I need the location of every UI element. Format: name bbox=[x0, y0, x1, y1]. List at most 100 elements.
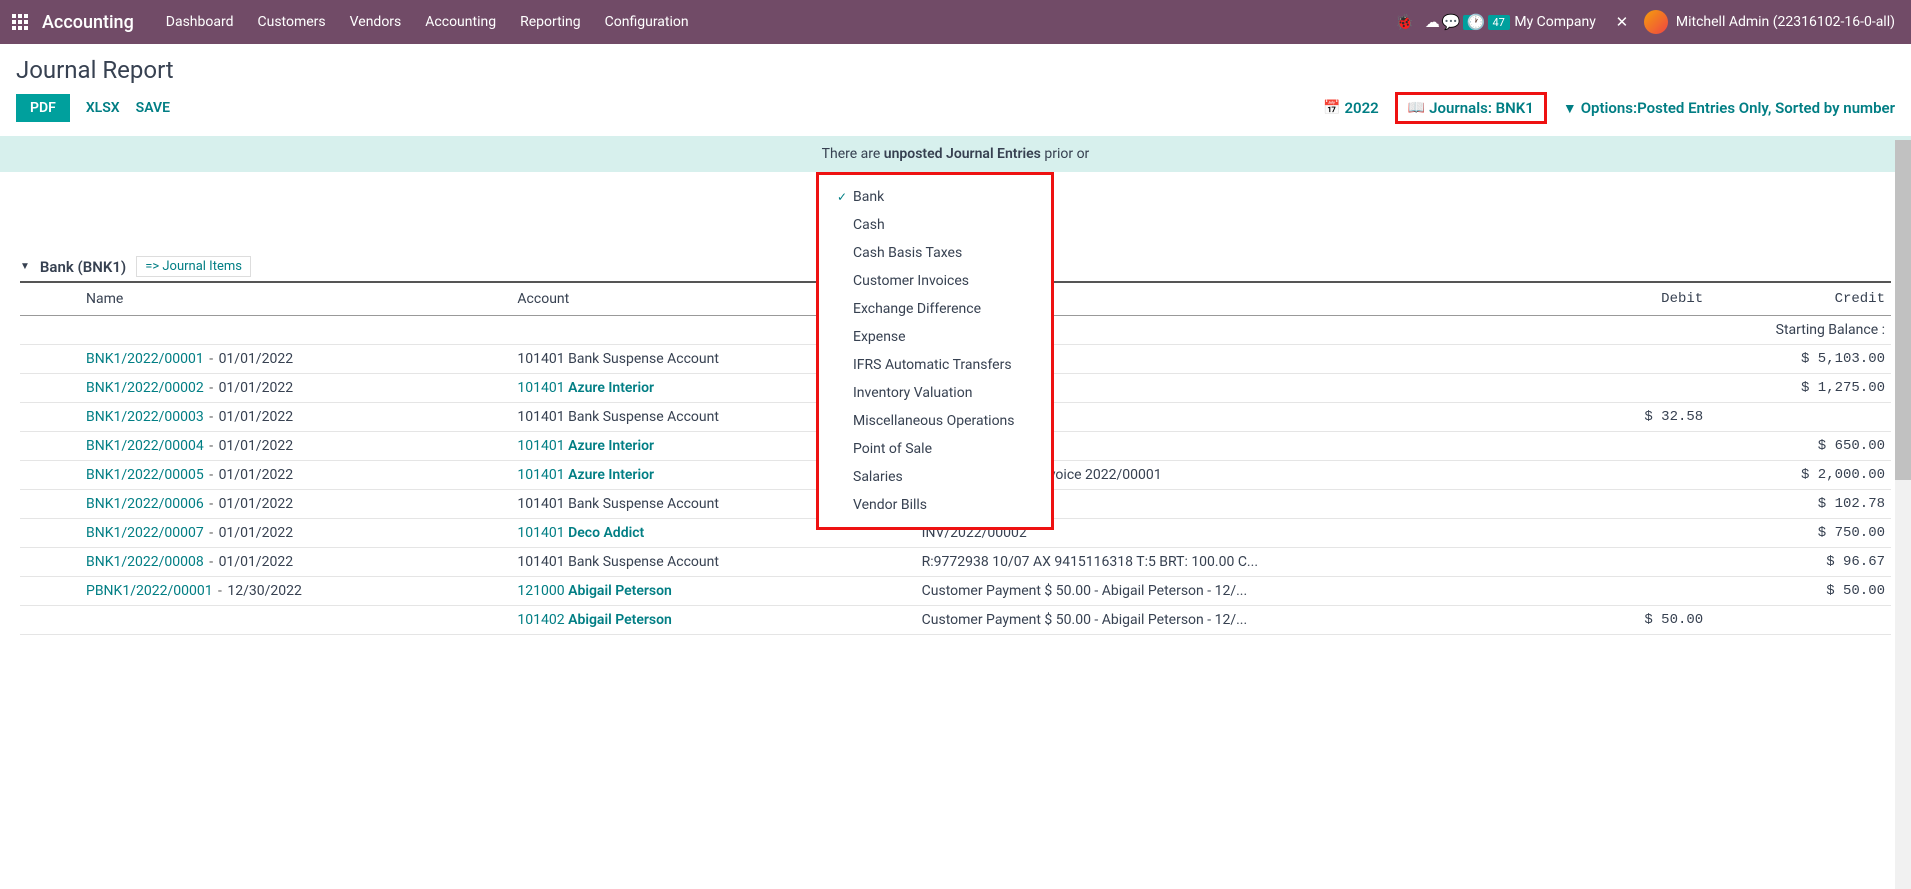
nav-customers[interactable]: Customers bbox=[246, 14, 338, 30]
dropdown-item[interactable]: IFRS Automatic Transfers bbox=[819, 351, 1051, 379]
year-label: 2022 bbox=[1344, 99, 1378, 117]
journals-filter[interactable]: 📖 Journals: BNK1 bbox=[1395, 92, 1547, 124]
toolbar: PDF XLSX SAVE 📅 2022 📖 Journals: BNK1 ▼ … bbox=[0, 92, 1911, 136]
entry-link[interactable]: BNK1/2022/00005 bbox=[86, 467, 204, 483]
bug-icon[interactable]: 🐞 bbox=[1390, 13, 1418, 31]
dropdown-item[interactable]: Customer Invoices bbox=[819, 267, 1051, 295]
row-label: Customer Payment $ 50.00 - Abigail Peter… bbox=[916, 606, 1575, 635]
options-label: Options:Posted Entries Only, Sorted by n… bbox=[1581, 99, 1895, 117]
entry-link[interactable]: BNK1/2022/00007 bbox=[86, 525, 204, 541]
apps-icon[interactable] bbox=[8, 10, 32, 34]
save-button[interactable]: SAVE bbox=[136, 100, 170, 116]
row-credit: $ 650.00 bbox=[1709, 432, 1891, 461]
check-icon: ✓ bbox=[837, 190, 847, 204]
row-credit: $ 1,275.00 bbox=[1709, 374, 1891, 403]
journals-label: Journals: BNK1 bbox=[1429, 99, 1534, 117]
journal-items-button[interactable]: => Journal Items bbox=[136, 256, 251, 277]
dropdown-item-label: Customer Invoices bbox=[853, 273, 969, 289]
col-name: Name bbox=[80, 282, 511, 316]
company-selector[interactable]: My Company bbox=[1502, 14, 1608, 30]
row-debit bbox=[1575, 345, 1709, 374]
user-name: Mitchell Admin (22316102-16-0-all) bbox=[1676, 14, 1895, 30]
account-link[interactable]: 101401 Azure Interior bbox=[517, 380, 654, 396]
dropdown-item[interactable]: Expense bbox=[819, 323, 1051, 351]
row-debit: $ 50.00 bbox=[1575, 606, 1709, 635]
dropdown-item[interactable]: Inventory Valuation bbox=[819, 379, 1051, 407]
journals-dropdown: ✓Bank Cash Cash Basis Taxes Customer Invoic… bbox=[816, 172, 1054, 530]
caret-down-icon[interactable]: ▼ bbox=[20, 261, 30, 272]
page-header: Journal Report bbox=[0, 44, 1911, 92]
nav-dashboard[interactable]: Dashboard bbox=[154, 14, 246, 30]
row-credit bbox=[1709, 606, 1891, 635]
row-credit: $ 102.78 bbox=[1709, 490, 1891, 519]
dropdown-item-label: Cash Basis Taxes bbox=[853, 245, 962, 261]
entry-link[interactable]: BNK1/2022/00001 bbox=[86, 351, 204, 367]
nav-configuration[interactable]: Configuration bbox=[593, 14, 701, 30]
xlsx-button[interactable]: XLSX bbox=[86, 100, 120, 116]
nav-vendors[interactable]: Vendors bbox=[338, 14, 414, 30]
dropdown-item[interactable]: Miscellaneous Operations bbox=[819, 407, 1051, 435]
entry-link[interactable]: BNK1/2022/00004 bbox=[86, 438, 204, 454]
avatar bbox=[1644, 10, 1668, 34]
tools-icon[interactable]: ✕ bbox=[1608, 13, 1636, 31]
entry-link[interactable]: BNK1/2022/00006 bbox=[86, 496, 204, 512]
row-credit: $ 750.00 bbox=[1709, 519, 1891, 548]
options-filter[interactable]: ▼ Options:Posted Entries Only, Sorted by… bbox=[1563, 99, 1895, 117]
row-credit: $ 96.67 bbox=[1709, 548, 1891, 577]
row-credit: $ 5,103.00 bbox=[1709, 345, 1891, 374]
filter-icon: ▼ bbox=[1563, 100, 1577, 117]
row-credit: $ 50.00 bbox=[1709, 577, 1891, 606]
row-debit bbox=[1575, 548, 1709, 577]
calendar-icon: 📅 bbox=[1323, 100, 1340, 116]
row-debit bbox=[1575, 461, 1709, 490]
dropdown-item-label: Vendor Bills bbox=[853, 497, 927, 513]
entry-link[interactable]: BNK1/2022/00008 bbox=[86, 554, 204, 570]
row-debit bbox=[1575, 519, 1709, 548]
dropdown-item[interactable]: Cash Basis Taxes bbox=[819, 239, 1051, 267]
dropdown-item-label: Salaries bbox=[853, 469, 903, 485]
dropdown-item[interactable]: Point of Sale bbox=[819, 435, 1051, 463]
dropdown-item-label: Inventory Valuation bbox=[853, 385, 972, 401]
table-row: 101402 Abigail Peterson Customer Payment … bbox=[20, 606, 1891, 635]
dropdown-item-label: Cash bbox=[853, 217, 885, 233]
nav-accounting[interactable]: Accounting bbox=[413, 14, 508, 30]
dropdown-item[interactable]: Vendor Bills bbox=[819, 491, 1051, 519]
col-debit: Debit bbox=[1575, 282, 1709, 316]
app-brand[interactable]: Accounting bbox=[42, 12, 134, 33]
top-navbar: Accounting Dashboard Customers Vendors A… bbox=[0, 0, 1911, 44]
entry-link[interactable]: BNK1/2022/00003 bbox=[86, 409, 204, 425]
row-debit: $ 32.58 bbox=[1575, 403, 1709, 432]
table-row: BNK1/2022/00008 - 01/01/2022101401 Bank … bbox=[20, 548, 1891, 577]
row-credit bbox=[1709, 403, 1891, 432]
entry-link[interactable]: BNK1/2022/00002 bbox=[86, 380, 204, 396]
row-credit: $ 2,000.00 bbox=[1709, 461, 1891, 490]
row-label: Customer Payment $ 50.00 - Abigail Peter… bbox=[916, 577, 1575, 606]
user-menu[interactable]: Mitchell Admin (22316102-16-0-all) bbox=[1636, 10, 1903, 34]
account-link[interactable]: 101402 Abigail Peterson bbox=[517, 612, 671, 628]
account-link[interactable]: 101401 Azure Interior bbox=[517, 438, 654, 454]
scrollbar[interactable] bbox=[1895, 140, 1911, 889]
dropdown-item[interactable]: Salaries bbox=[819, 463, 1051, 491]
entry-link[interactable]: PBNK1/2022/00001 bbox=[86, 583, 213, 599]
dropdown-item-label: Expense bbox=[853, 329, 906, 345]
row-debit bbox=[1575, 490, 1709, 519]
warning-banner: There are unposted Journal Entries prior… bbox=[0, 136, 1911, 172]
pdf-button[interactable]: PDF bbox=[16, 94, 70, 122]
section-title: Bank (BNK1) bbox=[40, 258, 126, 276]
dropdown-item-label: Exchange Difference bbox=[853, 301, 981, 317]
account-link[interactable]: 101401 Deco Addict bbox=[517, 525, 644, 541]
account-link[interactable]: 121000 Abigail Peterson bbox=[517, 583, 671, 599]
nav-reporting[interactable]: Reporting bbox=[508, 14, 593, 30]
scrollbar-thumb[interactable] bbox=[1895, 140, 1911, 480]
row-debit bbox=[1575, 374, 1709, 403]
dropdown-item-label: Miscellaneous Operations bbox=[853, 413, 1015, 429]
account-link[interactable]: 101401 Azure Interior bbox=[517, 467, 654, 483]
book-icon: 📖 bbox=[1408, 100, 1425, 116]
row-debit bbox=[1575, 432, 1709, 461]
year-filter[interactable]: 📅 2022 bbox=[1323, 99, 1379, 117]
dropdown-item[interactable]: Exchange Difference bbox=[819, 295, 1051, 323]
activities-icon[interactable]: 🕐47 bbox=[1474, 13, 1502, 31]
dropdown-item[interactable]: Cash bbox=[819, 211, 1051, 239]
dropdown-item[interactable]: ✓Bank bbox=[819, 183, 1051, 211]
dropdown-item-label: Point of Sale bbox=[853, 441, 932, 457]
